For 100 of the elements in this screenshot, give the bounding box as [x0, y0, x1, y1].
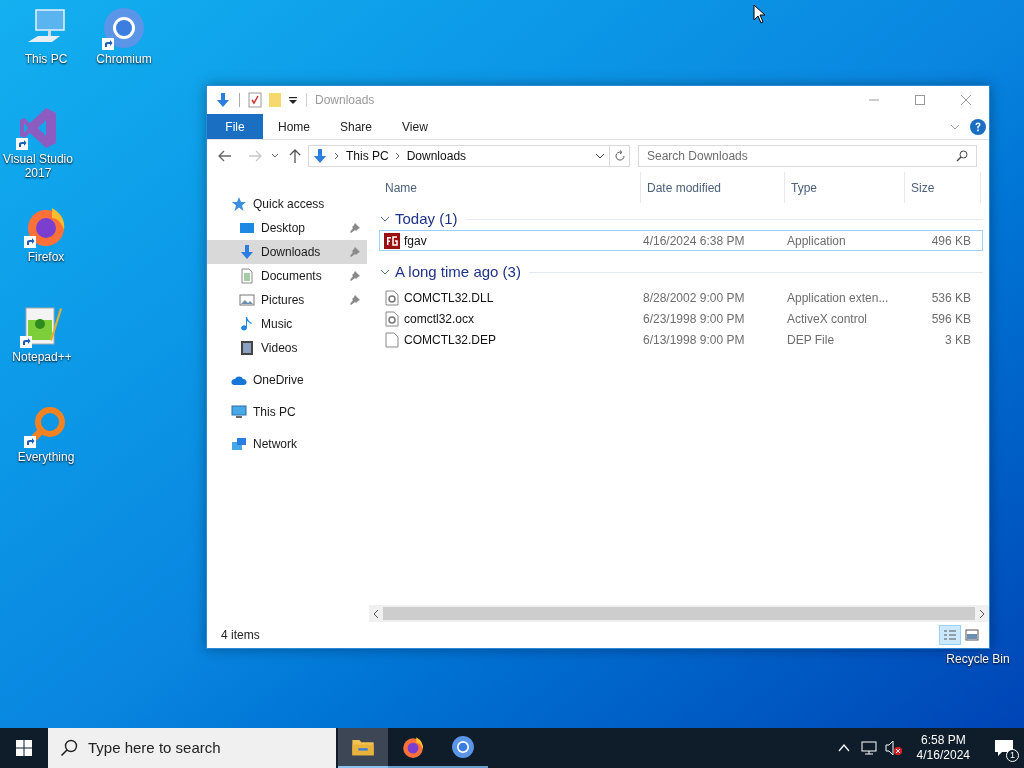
preview-view-icon: [965, 629, 979, 641]
pin-icon[interactable]: [349, 294, 361, 306]
back-arrow-icon[interactable]: [217, 148, 233, 164]
column-header[interactable]: Date modified: [641, 172, 785, 203]
chevron-icon[interactable]: [271, 152, 279, 160]
gear-file-icon: [384, 310, 400, 327]
document-icon: [239, 268, 255, 284]
maximize-icon: [915, 95, 925, 105]
file-name: comctl32.ocx: [404, 310, 475, 328]
mouse-cursor-icon: [753, 4, 766, 24]
checklist-icon[interactable]: [248, 92, 262, 108]
search-field[interactable]: Search Downloads: [638, 145, 977, 167]
date-cell-text: 6/23/1998 9:00 PM: [642, 310, 746, 328]
breadcrumb-item[interactable]: Downloads: [406, 147, 467, 165]
group-header[interactable]: Today (1): [395, 207, 458, 231]
horizontal-scrollbar[interactable]: [369, 605, 989, 622]
pin-icon[interactable]: [349, 222, 361, 234]
file-name: COMCTL32.DEP: [404, 331, 497, 349]
search-icon: [956, 150, 968, 162]
clock-date[interactable]: 4/16/2024: [916, 748, 970, 763]
refresh-button[interactable]: [610, 145, 630, 167]
music-note-icon: [239, 316, 255, 332]
nav-item-label: Music: [261, 316, 294, 333]
column-header[interactable]: Name: [379, 172, 641, 203]
nav-item-label: Pictures: [261, 292, 306, 309]
notification-count: 1: [1006, 749, 1019, 762]
size-cell-text: 536 KB: [930, 289, 972, 307]
nav-item[interactable]: This PC: [207, 400, 367, 424]
firefox-icon: [401, 735, 425, 759]
search-icon: [60, 739, 78, 757]
desktop-icon-label[interactable]: Recycle Bin: [946, 652, 1010, 666]
type-cell-text: DEP File: [786, 331, 836, 349]
address-bar[interactable]: This PC Downloads: [308, 145, 610, 167]
size-cell-text: 3 KB: [944, 331, 972, 349]
nav-item[interactable]: Quick access: [207, 192, 367, 216]
nav-item-label: Downloads: [261, 244, 322, 261]
speaker-muted-icon[interactable]: [884, 740, 903, 756]
details-view-icon: [943, 629, 957, 641]
chromium-icon: [451, 735, 475, 759]
help-icon[interactable]: [970, 118, 986, 135]
down-arrow-icon: [239, 244, 255, 260]
down-arrow-icon: [312, 148, 328, 164]
picture-icon: [239, 292, 255, 308]
file-icon: [384, 331, 400, 348]
nav-item-label: Quick access: [253, 196, 326, 213]
ribbon-tab[interactable]: Share: [325, 114, 388, 139]
file-row[interactable]: COMCTL32.DLL 8/28/2002 9:00 PM Application exten... 536 KB: [379, 287, 983, 308]
nav-item-label: This PC: [253, 404, 297, 421]
status-text: 4 items: [221, 627, 261, 644]
ribbon-tab[interactable]: File: [207, 114, 263, 139]
ribbon-tab[interactable]: View: [387, 114, 443, 139]
type-cell-text: ActiveX control: [786, 310, 869, 328]
type-cell-text: Application exten...: [786, 289, 890, 307]
scrollbar-thumb[interactable]: [383, 607, 975, 620]
nav-item[interactable]: Network: [207, 432, 367, 456]
column-header[interactable]: Type: [785, 172, 905, 203]
nav-item[interactable]: Videos: [207, 336, 367, 360]
nav-item[interactable]: OneDrive: [207, 368, 367, 392]
file-row[interactable]: COMCTL32.DEP 6/13/1998 9:00 PM DEP File 3 KB: [379, 329, 983, 350]
type-cell-text: Application: [786, 232, 847, 250]
file-row[interactable]: comctl32.ocx 6/23/1998 9:00 PM ActiveX control 596 KB: [379, 308, 983, 329]
group-header[interactable]: A long time ago (3): [395, 260, 521, 284]
nav-item[interactable]: Desktop: [207, 216, 367, 240]
star-icon: [231, 196, 247, 212]
date-cell-text: 6/13/1998 9:00 PM: [642, 331, 746, 349]
down-arrow-icon[interactable]: [215, 92, 231, 108]
computer-icon: [231, 404, 247, 420]
taskbar-app-button[interactable]: [338, 728, 388, 768]
chevron-icon[interactable]: [595, 151, 605, 161]
close-icon: [961, 95, 971, 105]
nav-item[interactable]: Documents: [207, 264, 367, 288]
taskbar-search-placeholder: Type here to search: [88, 737, 221, 758]
nav-item-label: Desktop: [261, 220, 307, 237]
ribbon-tab[interactable]: Home: [263, 114, 325, 139]
notification-icon[interactable]: [994, 739, 1014, 757]
column-header[interactable]: Size: [905, 172, 981, 203]
search-placeholder: Search Downloads: [647, 148, 749, 165]
nav-item-label: Videos: [261, 340, 299, 357]
gear-file-icon: [384, 289, 400, 306]
chevron-icon[interactable]: [334, 152, 340, 160]
date-cell-text: 8/28/2002 9:00 PM: [642, 289, 746, 307]
up-arrow-icon[interactable]: [288, 148, 302, 164]
network-icon: [231, 436, 247, 452]
taskbar-search-field[interactable]: Type here to search: [48, 728, 336, 768]
nav-item-label: Network: [253, 436, 298, 453]
nav-item-label: OneDrive: [253, 372, 305, 389]
monitor-icon: [239, 220, 255, 236]
chevron-icon[interactable]: [394, 152, 401, 160]
network-icon[interactable]: [860, 740, 879, 756]
nav-item-label: Documents: [261, 268, 323, 285]
file-name: fgav: [404, 232, 427, 250]
nav-item[interactable]: Pictures: [207, 288, 367, 312]
dropdown-caret-icon[interactable]: [288, 95, 298, 105]
file-row[interactable]: fgav 4/16/2024 6:38 PM Application 496 KB: [379, 230, 983, 251]
windows-logo-icon: [16, 740, 32, 756]
pin-icon[interactable]: [349, 270, 361, 282]
breadcrumb-item[interactable]: This PC: [346, 147, 389, 165]
nav-item[interactable]: Music: [207, 312, 367, 336]
nav-item[interactable]: Downloads: [207, 240, 367, 264]
clock-time[interactable]: 6:58 PM: [920, 733, 966, 748]
